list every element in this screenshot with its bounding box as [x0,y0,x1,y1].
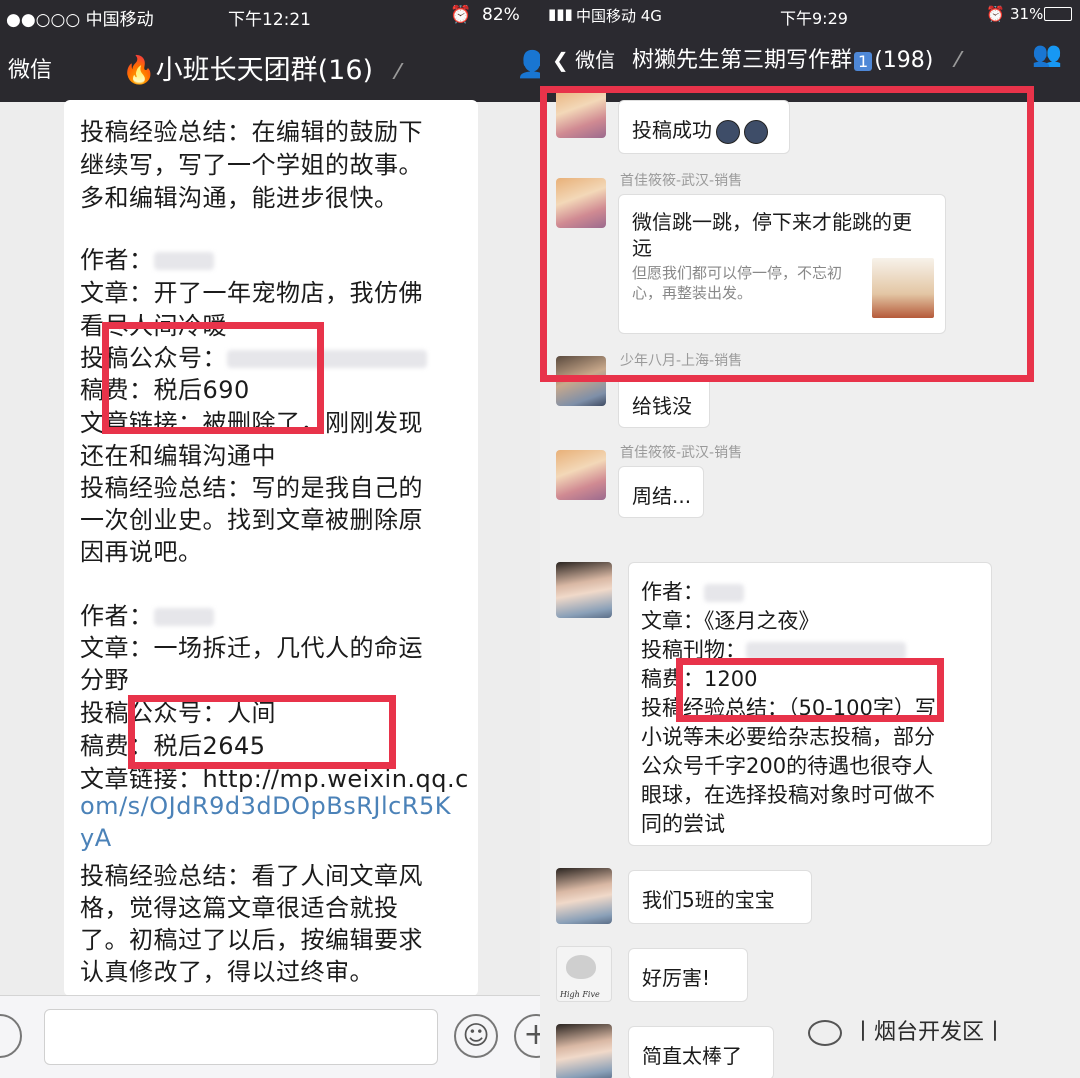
mute-icon [936,51,964,67]
emoji-icon[interactable]: ☺ [454,1014,498,1058]
battery-icon [1044,7,1072,21]
chat-header: 微信 🔥小班长天团群(16) 👤 [0,30,540,102]
message-line: 作者： [80,240,214,275]
left-chat-screenshot: ●●○○○ 中国移动 下午12:21 ⏰ 82% 微信 🔥小班长天团群(16) … [0,0,540,1078]
highlight-box [540,86,1034,382]
fire-icon: 🔥 [122,55,156,86]
article-link[interactable]: om/s/OJdR9d3dDOpBsRJlcR5K [80,792,451,820]
redacted-text [153,608,214,626]
message-line: 了。初稿过了以后，按编辑要求 [80,926,423,954]
message-text: 好厉害! [642,966,711,990]
chat-title: 树獭先生第三期写作群 1 (198) [632,42,964,74]
message-input[interactable] [44,1009,438,1065]
message-line: 多和编辑沟通，能进步很快。 [80,184,399,212]
avatar[interactable] [556,1024,612,1078]
avatar-caption: High Five [560,990,600,999]
watermark: 丨烟台开发区丨 [808,1014,1006,1046]
back-button[interactable]: ❮ 微信 [552,44,615,73]
article-link[interactable]: yA [80,824,112,852]
message-text: 给钱没 [632,394,692,418]
carrier-label: ●●○○○ 中国移动 [6,10,154,30]
back-button[interactable]: 微信 [8,52,52,84]
message-line: 文章：开了一年宠物店，我仿佛 [80,279,423,307]
input-bar: ☺ + [0,995,540,1078]
message-line: 眼球，在选择投稿对象时可做不 [641,783,935,807]
message-line: 作者： [641,576,744,606]
message-line: 文章：一场拆迁，几代人的命运 [80,634,423,662]
message-line: 文章：《逐月之夜》 [641,609,820,633]
redacted-text [704,584,744,602]
sender-name: 首佳筱筱-武汉-销售 [620,445,743,461]
highlight-box [128,695,396,769]
avatar[interactable] [556,562,612,618]
battery-percent: 82% [482,5,520,25]
carrier-label: 中国移动 4G [576,7,662,25]
plus-icon[interactable]: + [514,1014,540,1058]
alarm-icon: ⏰ [986,5,1005,23]
message-line: 投稿经验总结：在编辑的鼓励下 [80,118,423,146]
message-line: 继续写，写了一个学姐的故事。 [80,151,423,179]
message-line: 投稿经验总结：看了人间文章风 [80,862,423,890]
avatar[interactable] [556,450,606,500]
redacted-text [153,252,214,270]
status-bar: ●●○○○ 中国移动 下午12:21 ⏰ 82% [0,0,540,30]
battery-percent: 31% [1010,5,1044,23]
group-members-icon[interactable]: 👥 [1032,40,1062,68]
cat-icon [566,955,596,979]
group-members-icon[interactable]: 👤 [516,50,540,80]
signal-icon: ▮▮▮ [548,5,573,23]
message-text: 简直太棒了 [642,1044,742,1068]
mute-icon [376,63,404,79]
message-line: 格，觉得这篇文章很适合就投 [80,894,399,922]
alarm-icon: ⏰ [450,5,472,25]
message-text: 周结... [632,484,692,508]
clock: 下午9:29 [780,9,848,28]
message-line: 小说等未必要给杂志投稿，部分 [641,725,935,749]
chat-title: 🔥小班长天团群(16) [122,48,404,87]
clock: 下午12:21 [228,10,311,30]
message-line: 还在和编辑沟通中 [80,442,276,470]
right-chat-screenshot: ▮▮▮ 中国移动 4G 下午9:29 ⏰ 31% ❮ 微信 树獭先生第三期写作群… [540,0,1080,1078]
voice-icon[interactable] [0,1014,22,1058]
message-line: 公众号千字200的待遇也很夺人 [641,754,934,778]
message-line: 投稿经验总结：写的是我自己的 [80,474,423,502]
highlight-box [676,658,944,722]
highlight-box [102,322,324,434]
status-bar: ▮▮▮ 中国移动 4G 下午9:29 ⏰ 31% [540,0,1080,30]
unread-badge: 1 [854,52,873,71]
wechat-icon [808,1020,842,1046]
message-line: 分野 [80,666,129,694]
avatar[interactable] [556,868,612,924]
message-line: 同的尝试 [641,812,725,836]
message-line: 因再说吧。 [80,538,203,566]
avatar[interactable]: High Five [556,946,612,1002]
message-text: 我们5班的宝宝 [642,888,775,912]
message-line: 作者： [80,596,214,631]
message-line: 认真修改了，得以过终审。 [80,958,374,986]
message-line: 一次创业史。找到文章被删除原 [80,506,423,534]
